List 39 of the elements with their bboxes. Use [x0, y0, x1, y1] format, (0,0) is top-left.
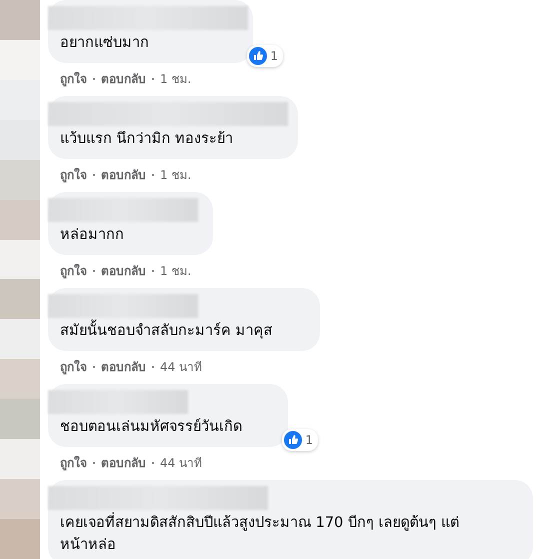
- blurred-avatar: [0, 479, 40, 519]
- blurred-avatar: [0, 439, 40, 480]
- blurred-avatar: [0, 518, 40, 559]
- timestamp: 44 นาที: [160, 455, 202, 472]
- comment-text: เคยเจอที่สยามดิสสักสิบปีแล้วสูงประมาณ 170 บีกๆ เลยดูต้นๆ แต่หน้าหล่อ: [60, 512, 460, 556]
- like-link[interactable]: ถูกใจ: [60, 69, 87, 88]
- blurred-avatar: [0, 279, 40, 320]
- blurred-avatar: [0, 200, 40, 240]
- reply-link[interactable]: ตอบกลับ: [101, 69, 146, 88]
- reply-link[interactable]: ตอบกลับ: [101, 165, 146, 184]
- blurred-avatar: [0, 120, 40, 160]
- blurred-avatar: [0, 359, 40, 400]
- comment-text: หล่อมากก: [60, 226, 125, 245]
- timestamp: 44 นาที: [160, 359, 202, 376]
- timestamp: 1 ชม.: [160, 167, 192, 184]
- comment-text: อยากแซ่บมาก: [60, 34, 150, 53]
- like-link[interactable]: ถูกใจ: [60, 261, 87, 280]
- like-link[interactable]: ถูกใจ: [60, 165, 87, 184]
- comment-text: แว้บแรก นึกว่ามิก ทองระย้า: [60, 130, 234, 149]
- blurred-avatar: [0, 160, 40, 200]
- comment-text: สมัยนั้นชอบจำสลับกะมาร์ค มาคุส: [60, 320, 308, 342]
- comment-text: ชอบตอนเล่นมหัศจรรย์วันเกิด: [60, 417, 243, 437]
- like-link[interactable]: ถูกใจ: [60, 453, 87, 472]
- reply-link[interactable]: ตอบกลับ: [101, 453, 146, 472]
- like-link[interactable]: ถูกใจ: [60, 357, 87, 376]
- timestamp: 1 ชม.: [160, 263, 192, 280]
- reaction-badge[interactable]: 1: [282, 429, 318, 451]
- reply-link[interactable]: ตอบกลับ: [101, 261, 146, 280]
- reaction-badge[interactable]: 1: [247, 45, 283, 67]
- timestamp: 1 ชม.: [160, 71, 192, 88]
- thumbs-up-icon: [249, 47, 268, 65]
- thumbs-up-icon: [284, 431, 302, 449]
- blurred-avatar: [0, 399, 40, 440]
- blurred-avatar: [0, 0, 40, 40]
- blurred-avatar: [0, 80, 40, 120]
- reply-link[interactable]: ตอบกลับ: [101, 357, 146, 376]
- blurred-avatar: [0, 40, 40, 80]
- blurred-avatar: [0, 319, 40, 360]
- blurred-avatar: [0, 240, 40, 280]
